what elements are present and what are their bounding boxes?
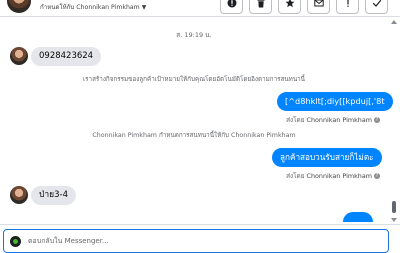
date-separator: ส. 19:19 น. [0,30,388,40]
info-button[interactable] [220,0,243,14]
question-icon[interactable]: ? [374,173,380,179]
question-icon[interactable]: ? [374,117,380,123]
sent-by-name: Chonnikan Pimkham [307,116,373,124]
report-button[interactable] [336,0,359,14]
caret-down-icon: ▼ [142,4,147,11]
system-notice: Chonnikan Pimkham กำหนดการสนทนานี้ให้กับ… [0,130,388,140]
exclamation-circle-icon [227,0,237,8]
sender-avatar[interactable] [10,186,28,204]
assign-label: กำหนดให้กับ Chonnikan Pimkham [40,4,140,11]
incoming-message: ป่าย3-4 [31,186,76,205]
sender-avatar[interactable] [10,47,28,65]
sent-by-label: ส่งโดย Chonnikan Pimkham? [286,171,380,181]
check-icon [372,0,382,8]
scroll-up-arrow-icon[interactable] [391,20,397,24]
system-notice: เราสร้างกิจกรรมของลูกค้าเป้าหมายให้กับคุ… [0,74,388,84]
reply-composer [0,224,400,251]
outgoing-message-partial [343,212,373,222]
trash-icon [256,0,266,8]
reply-input[interactable] [28,234,368,248]
done-button[interactable] [365,0,388,14]
sent-by-prefix: ส่งโดย [286,116,304,124]
sent-by-name: Chonnikan Pimkham [307,172,373,180]
envelope-icon [314,0,324,8]
conversation-toolbar [220,0,388,14]
delete-button[interactable] [249,0,272,14]
contact-avatar[interactable] [6,0,32,14]
sent-by-prefix: ส่งโดย [286,172,304,180]
scroll-thumb[interactable] [392,201,396,213]
reply-box[interactable] [3,229,389,253]
exclamation-icon [343,0,353,8]
mark-unread-button[interactable] [307,0,330,14]
assign-dropdown[interactable]: กำหนดให้กับ Chonnikan Pimkham▼ [40,2,146,12]
outgoing-message: [^d8hklt[;diy[[kpduj[,'8t [277,92,393,111]
incoming-message: 0928423624 [31,47,101,66]
scroll-down-arrow-icon[interactable] [391,218,397,222]
sent-by-label: ส่งโดย Chonnikan Pimkham? [286,115,380,125]
thread-scrollbar[interactable] [390,18,398,224]
star-button[interactable] [278,0,301,14]
page-avatar [10,236,21,247]
star-icon [285,0,295,8]
conversation-header: กำหนดให้กับ Chonnikan Pimkham▼ [0,0,400,17]
outgoing-message: ลูกค้าสอบวนรับสายก็ไม่ตะ [272,148,382,167]
